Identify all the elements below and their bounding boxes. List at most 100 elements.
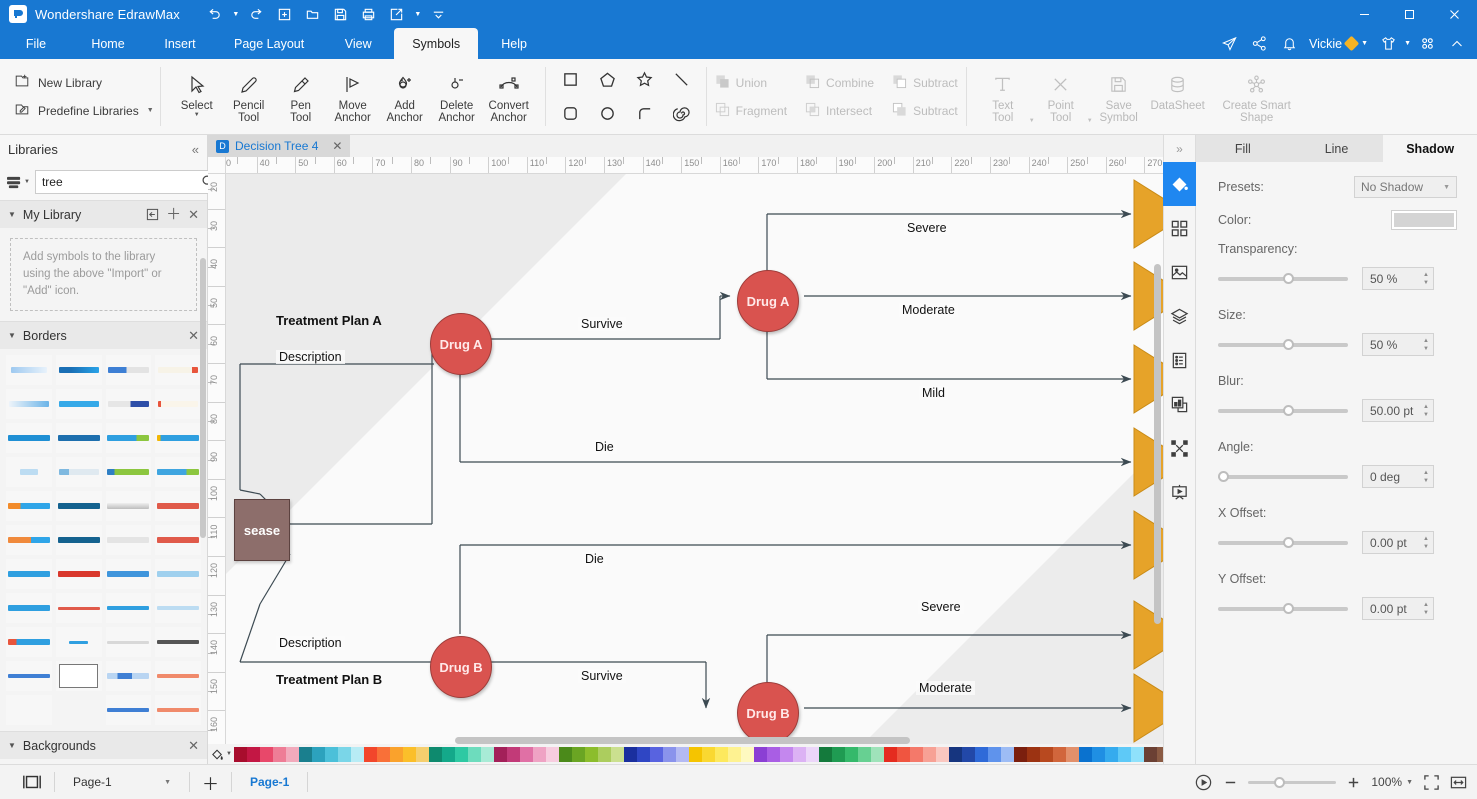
list-item[interactable] — [55, 593, 102, 623]
list-item[interactable] — [6, 491, 52, 521]
fill-bucket-icon[interactable] — [1163, 162, 1196, 206]
import-icon[interactable] — [146, 208, 159, 221]
section-header-my-library[interactable]: ▼ My Library ＋ ✕ — [0, 200, 207, 228]
line-icon[interactable] — [665, 65, 697, 95]
list-item[interactable] — [105, 457, 152, 487]
color-swatch[interactable] — [351, 746, 364, 762]
library-box-icon[interactable]: ▼ — [6, 175, 30, 190]
add-icon[interactable]: ＋ — [166, 207, 181, 222]
page-tab-page-1[interactable]: Page-1 — [244, 775, 295, 789]
drawing-canvas[interactable]: sease Drug A Drug A Drug B Drug B Treatm… — [226, 174, 1163, 744]
stepper-arrows[interactable]: ▲ ▼ — [1423, 404, 1429, 418]
list-item[interactable] — [155, 627, 201, 657]
list-item[interactable] — [6, 627, 52, 657]
list-item[interactable] — [155, 593, 201, 623]
menu-item-symbols[interactable]: Symbols — [394, 28, 479, 59]
diagram-edge-label-die-b[interactable]: Die — [582, 552, 607, 566]
diagram-edge-label-die-a[interactable]: Die — [592, 440, 617, 454]
color-swatch[interactable] — [689, 746, 702, 762]
diagram-edge-label-moderate-b[interactable]: Moderate — [916, 681, 975, 695]
chevron-double-right-icon[interactable]: » — [1163, 135, 1196, 162]
list-item[interactable] — [105, 525, 152, 555]
color-swatch[interactable] — [884, 746, 897, 762]
color-swatch[interactable] — [1092, 746, 1105, 762]
color-swatch[interactable] — [234, 746, 247, 762]
page-layout-icon[interactable] — [22, 774, 42, 790]
color-swatch[interactable] — [494, 746, 507, 762]
square-icon[interactable] — [554, 65, 586, 95]
menu-item-view[interactable]: View — [322, 28, 394, 59]
canvas-horizontal-scrollbar[interactable] — [455, 737, 910, 744]
menu-item-page-layout[interactable]: Page Layout — [216, 28, 322, 59]
list-item[interactable] — [155, 661, 201, 691]
zoom-slider[interactable] — [1248, 775, 1337, 789]
diagram-node-drug-b-1[interactable]: Drug B — [430, 636, 492, 698]
theme-shirt-icon[interactable] — [1374, 31, 1402, 57]
library-search-box[interactable] — [34, 170, 222, 194]
color-swatch[interactable] — [1066, 746, 1079, 762]
blur-spinbox[interactable]: 50.00 pt ▲ ▼ — [1362, 399, 1434, 422]
list-item[interactable] — [55, 457, 102, 487]
color-swatch[interactable] — [468, 746, 481, 762]
list-item[interactable] — [6, 355, 52, 385]
y-offset-spinbox[interactable]: 0.00 pt ▲ ▼ — [1362, 597, 1434, 620]
size-spinbox[interactable]: 50 % ▲ ▼ — [1362, 333, 1434, 356]
color-swatch[interactable] — [338, 746, 351, 762]
list-item[interactable] — [105, 355, 152, 385]
color-swatch[interactable] — [962, 746, 975, 762]
layers-icon[interactable] — [1163, 294, 1196, 338]
angle-spinbox[interactable]: 0 deg ▲ ▼ — [1362, 465, 1434, 488]
text-tool-dropdown-icon[interactable]: ▼ — [1029, 118, 1035, 124]
combine-button[interactable]: Combine — [803, 71, 876, 95]
color-swatch[interactable] — [429, 746, 442, 762]
presentation-play-icon[interactable] — [1194, 773, 1213, 792]
color-swatch[interactable] — [598, 746, 611, 762]
list-item[interactable] — [55, 389, 102, 419]
color-swatch[interactable] — [832, 746, 845, 762]
color-swatch[interactable] — [1105, 746, 1118, 762]
color-swatch[interactable] — [481, 746, 494, 762]
print-icon[interactable] — [356, 3, 382, 25]
list-item[interactable] — [55, 355, 102, 385]
color-swatch[interactable] — [676, 746, 689, 762]
undo-icon[interactable] — [202, 3, 228, 25]
union-button[interactable]: Union — [713, 71, 789, 95]
diagram-label-treatment-plan-a[interactable]: Treatment Plan A — [276, 313, 382, 328]
list-item[interactable] — [55, 661, 102, 691]
rounded-rect-icon[interactable] — [554, 99, 586, 129]
color-swatch[interactable] — [702, 746, 715, 762]
search-input[interactable] — [41, 175, 197, 189]
color-swatch[interactable] — [520, 746, 533, 762]
star-icon[interactable] — [628, 65, 660, 95]
list-item[interactable] — [6, 389, 52, 419]
color-swatch[interactable] — [299, 746, 312, 762]
add-page-button[interactable]: ＋ — [202, 770, 219, 795]
section-header-backgrounds[interactable]: ▼ Backgrounds ✕ — [0, 731, 207, 759]
menu-item-file[interactable]: File — [0, 28, 72, 59]
menu-item-home[interactable]: Home — [72, 28, 144, 59]
list-item[interactable] — [105, 423, 152, 453]
color-swatch[interactable] — [546, 746, 559, 762]
list-item[interactable] — [155, 695, 201, 725]
list-item[interactable] — [55, 423, 102, 453]
zoom-dropdown-icon[interactable]: ▼ — [1406, 779, 1413, 786]
image-icon[interactable] — [1163, 250, 1196, 294]
intersect-button[interactable]: Intersect — [803, 99, 876, 123]
list-item[interactable] — [6, 695, 52, 725]
convert-anchor-button[interactable]: Convert Anchor — [483, 63, 535, 131]
close-icon[interactable]: ✕ — [188, 738, 199, 754]
color-swatch[interactable] — [442, 746, 455, 762]
libraries-scrollbar[interactable] — [200, 258, 206, 538]
color-swatch[interactable] — [910, 746, 923, 762]
color-swatch[interactable] — [871, 746, 884, 762]
color-swatch[interactable] — [390, 746, 403, 762]
section-header-borders[interactable]: ▼ Borders ✕ — [0, 321, 207, 349]
chevron-up-icon[interactable] — [1443, 31, 1471, 57]
color-swatch[interactable] — [845, 746, 858, 762]
theme-dropdown-icon[interactable]: ▼ — [1404, 40, 1411, 47]
list-item[interactable] — [6, 661, 52, 691]
redo-icon[interactable] — [244, 3, 270, 25]
list-item[interactable] — [105, 559, 152, 589]
angle-slider[interactable] — [1218, 470, 1348, 484]
zoom-out-button[interactable] — [1223, 775, 1238, 790]
